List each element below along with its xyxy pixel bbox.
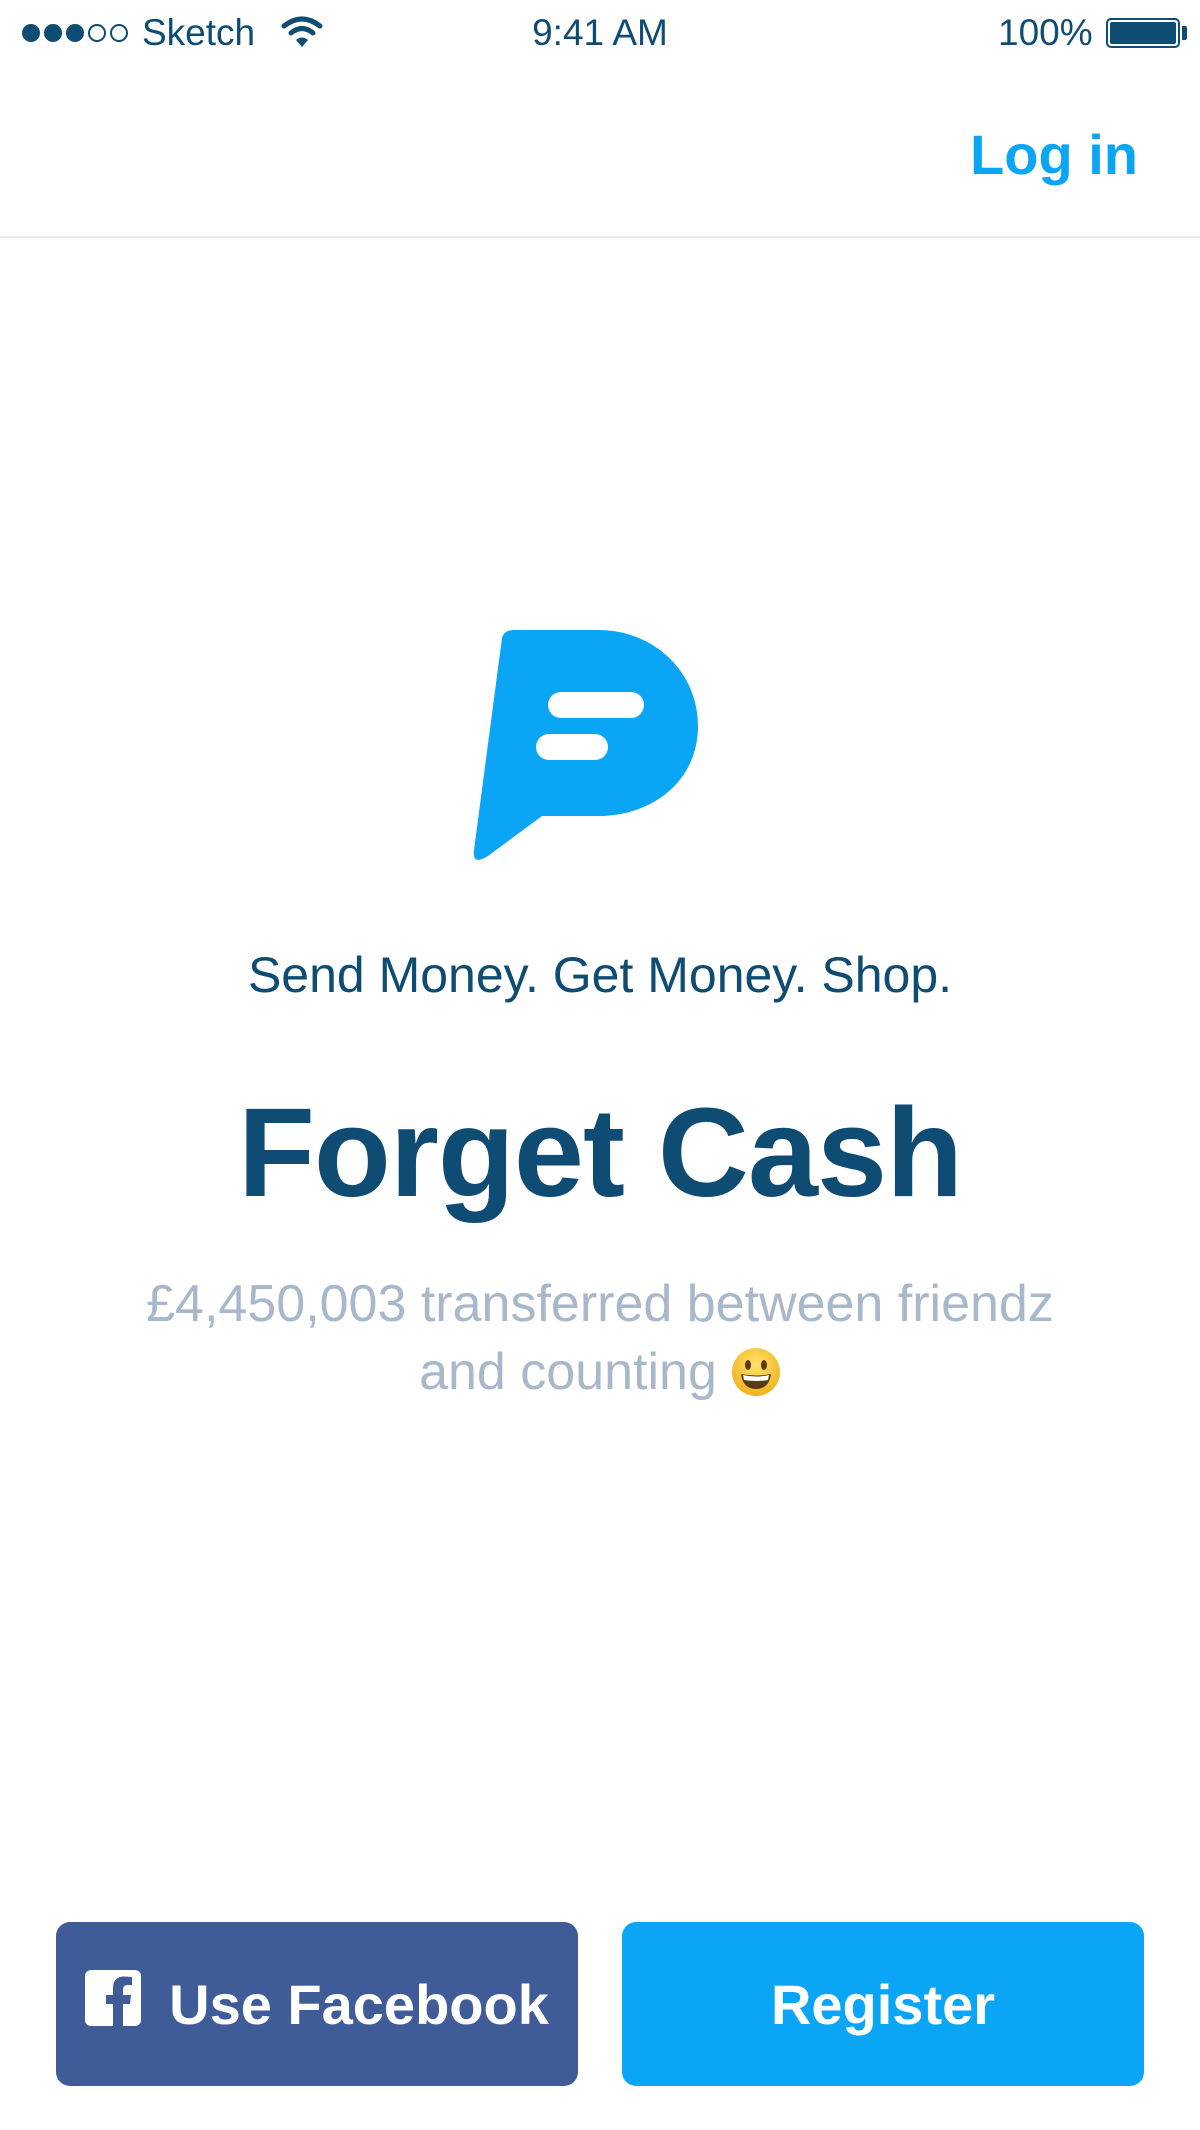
register-label: Register [770,1972,996,2036]
login-link[interactable]: Log in [970,122,1138,187]
headline: Forget Cash [237,1082,963,1223]
stats-text: £4,450,003 transferred between friendz a… [100,1270,1100,1406]
facebook-icon [85,1969,142,2039]
battery-fill [1110,22,1176,44]
brand-logo-icon [470,630,700,866]
tagline: Send Money. Get Money. Shop. [247,947,953,1003]
use-facebook-button[interactable]: Use Facebook [56,1922,578,2086]
grinning-face-emoji [731,1346,781,1414]
battery-cap [1182,26,1187,40]
use-facebook-label: Use Facebook [169,1972,549,2036]
battery-icon [1106,18,1180,48]
stats-line-2-wrap: and counting [100,1338,1100,1406]
battery-percent: 100% [998,12,1093,53]
stats-line-1: £4,450,003 transferred between friendz [146,1275,1054,1333]
nav-bar: Log in [0,70,1200,238]
stats-line-2: and counting [419,1343,717,1401]
register-button[interactable]: Register [622,1922,1144,2086]
status-bar: Sketch 9:41 AM 100% [0,0,1200,70]
